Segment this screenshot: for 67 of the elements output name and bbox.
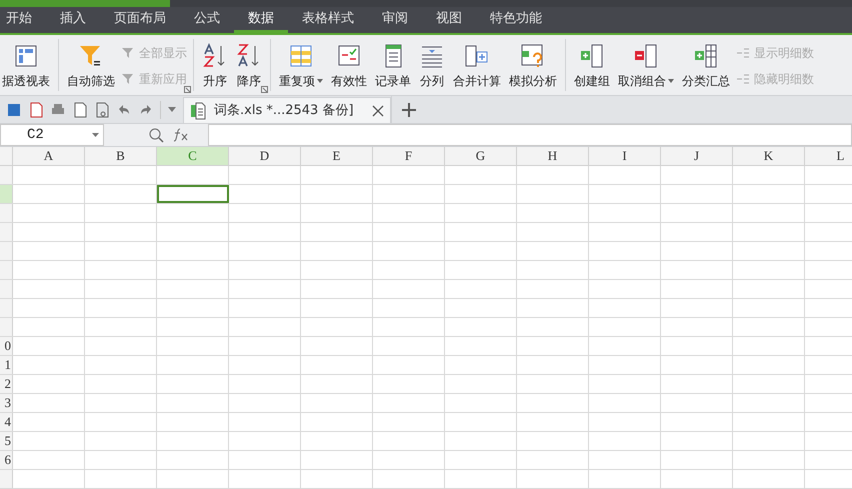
- ribbon-button[interactable]: 合并计算: [451, 43, 503, 90]
- zoom-icon[interactable]: [148, 127, 164, 143]
- ribbon-button[interactable]: 有效性: [329, 43, 369, 90]
- menu-tab[interactable]: 插入: [46, 7, 100, 34]
- menu-tab[interactable]: 审阅: [368, 7, 422, 34]
- row-header[interactable]: 2: [0, 375, 13, 393]
- document-tab[interactable]: 词条.xls *...2543 备份]: [183, 97, 391, 123]
- menu-tab[interactable]: 表格样式: [288, 7, 368, 34]
- ribbon-button[interactable]: 重复项: [277, 43, 325, 90]
- function-icon[interactable]: [172, 128, 190, 142]
- row-header[interactable]: 3: [0, 394, 13, 412]
- ribbon-button[interactable]: 记录单: [373, 43, 413, 90]
- menu-tab[interactable]: 开始: [0, 7, 46, 34]
- ribbon-button[interactable]: 取消组合: [616, 43, 676, 90]
- close-icon[interactable]: [372, 104, 384, 116]
- column-header[interactable]: K: [733, 147, 805, 165]
- group-icon: [579, 43, 605, 70]
- active-cell[interactable]: [157, 185, 229, 203]
- ribbon-button[interactable]: 模拟分析: [507, 43, 559, 90]
- row-header[interactable]: 5: [0, 432, 13, 450]
- ribbon-button[interactable]: 分类汇总: [680, 43, 732, 90]
- dialog-launcher-icon[interactable]: [184, 86, 191, 93]
- document-title: 词条.xls *...2543 备份]: [214, 102, 354, 120]
- consolidate-icon: [464, 43, 490, 70]
- caret-icon: [92, 133, 99, 137]
- ribbon-button[interactable]: 自动筛选: [65, 43, 117, 90]
- menu-tab[interactable]: 特色功能: [476, 7, 556, 34]
- menu-tab[interactable]: 公式: [180, 7, 234, 34]
- row-header[interactable]: 6: [0, 451, 13, 469]
- pdf-export-icon[interactable]: [28, 102, 44, 118]
- row-header[interactable]: 1: [0, 356, 13, 374]
- name-box[interactable]: C2: [0, 124, 104, 146]
- menu-tab[interactable]: 视图: [422, 7, 476, 34]
- column-header[interactable]: D: [229, 147, 301, 165]
- ribbon-button[interactable]: 降序: [234, 43, 264, 90]
- column-header[interactable]: J: [661, 147, 733, 165]
- add-tab-icon[interactable]: [402, 102, 416, 116]
- page-search-icon[interactable]: [94, 102, 110, 118]
- ribbon-button[interactable]: 据透视表: [0, 43, 52, 90]
- column-header[interactable]: A: [13, 147, 85, 165]
- ungroup-icon: [633, 43, 659, 70]
- formula-input[interactable]: [208, 124, 852, 146]
- spreadsheet-file-icon: [190, 102, 206, 120]
- caret-icon: [317, 79, 323, 84]
- funnel-reapply-icon: [121, 72, 135, 86]
- pivot-table-icon: [13, 43, 39, 70]
- column-header[interactable]: L: [805, 147, 852, 165]
- column-header[interactable]: I: [589, 147, 661, 165]
- ribbon-button[interactable]: 分列: [417, 43, 447, 90]
- subtotal-icon: [693, 43, 719, 70]
- dropdown-icon[interactable]: [167, 106, 177, 112]
- save-icon[interactable]: [6, 102, 22, 118]
- row-header[interactable]: 0: [0, 337, 13, 355]
- ribbon-button[interactable]: 升序: [200, 43, 230, 90]
- funnel-clear-icon: [121, 46, 135, 60]
- menu-tab[interactable]: 页面布局: [100, 7, 180, 34]
- print-preview-icon[interactable]: [72, 102, 88, 118]
- column-header[interactable]: E: [301, 147, 373, 165]
- column-header[interactable]: F: [373, 147, 445, 165]
- dialog-launcher-icon[interactable]: [261, 86, 268, 93]
- column-header[interactable]: G: [445, 147, 517, 165]
- row-header[interactable]: 4: [0, 413, 13, 431]
- cell-reference: C2: [27, 126, 44, 144]
- caret-icon: [668, 79, 674, 84]
- column-header[interactable]: H: [517, 147, 589, 165]
- highlighted-table-icon: [288, 43, 314, 70]
- ribbon-button[interactable]: 创建组: [572, 43, 612, 90]
